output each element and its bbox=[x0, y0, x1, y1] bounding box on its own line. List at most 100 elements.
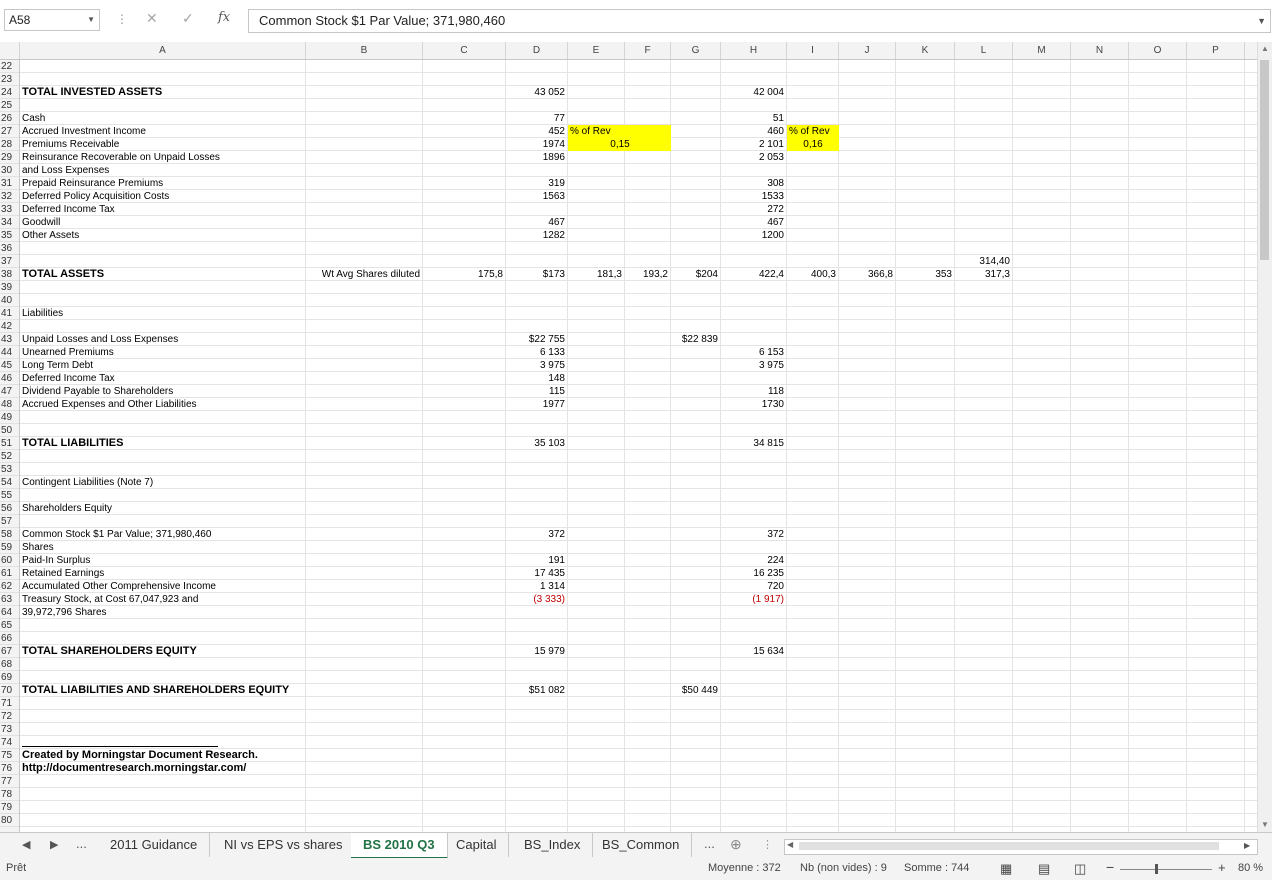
cell-h35[interactable]: 1200 bbox=[723, 229, 784, 242]
column-header-g[interactable]: G bbox=[671, 42, 721, 59]
row-header-35[interactable]: 35 bbox=[0, 229, 19, 242]
cell-d60[interactable]: 191 bbox=[508, 554, 565, 567]
row-header-33[interactable]: 33 bbox=[0, 203, 19, 216]
row-header-60[interactable]: 60 bbox=[0, 554, 19, 567]
tab-2011-guidance[interactable]: 2011 Guidance bbox=[98, 833, 211, 857]
cell-d34[interactable]: 467 bbox=[508, 216, 565, 229]
row-header-34[interactable]: 34 bbox=[0, 216, 19, 229]
tab-capital[interactable]: Capital bbox=[444, 833, 510, 857]
column-header-j[interactable]: J bbox=[839, 42, 896, 59]
name-box[interactable]: A58 ▼ bbox=[4, 9, 100, 31]
row-header-70[interactable]: 70 bbox=[0, 684, 19, 697]
horizontal-scrollbar[interactable]: ◀ bbox=[784, 839, 1258, 855]
cell-h33[interactable]: 272 bbox=[723, 203, 784, 216]
cell-d46[interactable]: 148 bbox=[508, 372, 565, 385]
cell-g70[interactable]: $50 449 bbox=[673, 684, 718, 697]
cell-d44[interactable]: 6 133 bbox=[508, 346, 565, 359]
row-header-54[interactable]: 54 bbox=[0, 476, 19, 489]
row-header-26[interactable]: 26 bbox=[0, 112, 19, 125]
row-header-37[interactable]: 37 bbox=[0, 255, 19, 268]
more-tabs-right[interactable]: ... bbox=[704, 836, 715, 851]
column-header-k[interactable]: K bbox=[896, 42, 955, 59]
cell-i38[interactable]: 400,3 bbox=[789, 268, 836, 281]
cell-a63[interactable]: Treasury Stock, at Cost 67,047,923 and bbox=[22, 593, 198, 606]
row-header-66[interactable]: 66 bbox=[0, 632, 19, 645]
cell-d29[interactable]: 1896 bbox=[508, 151, 565, 164]
row-header-69[interactable]: 69 bbox=[0, 671, 19, 684]
cell-a59[interactable]: Shares bbox=[22, 541, 54, 554]
insert-function-icon[interactable]: fx bbox=[218, 10, 230, 25]
row-header-63[interactable]: 63 bbox=[0, 593, 19, 606]
cell-h31[interactable]: 308 bbox=[723, 177, 784, 190]
tab-bs-common[interactable]: BS_Common bbox=[590, 833, 693, 857]
add-sheet-icon[interactable]: ⊕ bbox=[730, 836, 742, 853]
cell-d31[interactable]: 319 bbox=[508, 177, 565, 190]
select-all-corner[interactable] bbox=[0, 42, 20, 59]
cell-a28[interactable]: Premiums Receivable bbox=[22, 138, 119, 151]
row-header-40[interactable]: 40 bbox=[0, 294, 19, 307]
cell-a70[interactable]: TOTAL LIABILITIES AND SHAREHOLDERS EQUIT… bbox=[22, 684, 289, 697]
cell-a62[interactable]: Accumulated Other Comprehensive Income bbox=[22, 580, 216, 593]
zoom-out-icon[interactable]: − bbox=[1106, 859, 1114, 875]
cell-l38[interactable]: 317,3 bbox=[957, 268, 1010, 281]
cell-h27[interactable]: 460 bbox=[723, 125, 784, 138]
next-sheet-icon[interactable]: ▶ bbox=[50, 838, 58, 851]
formula-input[interactable]: Common Stock $1 Par Value; 371,980,460 ▼ bbox=[248, 9, 1271, 33]
row-header-74[interactable]: 74 bbox=[0, 736, 19, 749]
row-header-46[interactable]: 46 bbox=[0, 372, 19, 385]
cell-a34[interactable]: Goodwill bbox=[22, 216, 60, 229]
row-header-39[interactable]: 39 bbox=[0, 281, 19, 294]
hscroll-thumb[interactable] bbox=[799, 842, 1219, 850]
cell-a29[interactable]: Reinsurance Recoverable on Unpaid Losses bbox=[22, 151, 220, 164]
cell-a44[interactable]: Unearned Premiums bbox=[22, 346, 114, 359]
row-header-44[interactable]: 44 bbox=[0, 346, 19, 359]
cell-d47[interactable]: 115 bbox=[508, 385, 565, 398]
row-header-25[interactable]: 25 bbox=[0, 99, 19, 112]
column-header-n[interactable]: N bbox=[1071, 42, 1129, 59]
cell-a61[interactable]: Retained Earnings bbox=[22, 567, 104, 580]
column-header-h[interactable]: H bbox=[721, 42, 787, 59]
cell-d26[interactable]: 77 bbox=[508, 112, 565, 125]
cell-d24[interactable]: 43 052 bbox=[508, 86, 565, 99]
row-header-65[interactable]: 65 bbox=[0, 619, 19, 632]
cell-h38[interactable]: 422,4 bbox=[723, 268, 784, 281]
column-header-c[interactable]: C bbox=[423, 42, 506, 59]
cell-a41[interactable]: Liabilities bbox=[22, 307, 63, 320]
cell-a51[interactable]: TOTAL LIABILITIES bbox=[22, 437, 123, 450]
cell-d43[interactable]: $22 755 bbox=[508, 333, 565, 346]
cell-h28[interactable]: 2 101 bbox=[723, 138, 784, 151]
cell-b38[interactable]: Wt Avg Shares diluted bbox=[308, 268, 420, 281]
cell-a54[interactable]: Contingent Liabilities (Note 7) bbox=[22, 476, 153, 489]
row-header-48[interactable]: 48 bbox=[0, 398, 19, 411]
cell-h58[interactable]: 372 bbox=[723, 528, 784, 541]
row-header-67[interactable]: 67 bbox=[0, 645, 19, 658]
column-header-e[interactable]: E bbox=[568, 42, 625, 59]
cell-h47[interactable]: 118 bbox=[723, 385, 784, 398]
row-header-79[interactable]: 79 bbox=[0, 801, 19, 814]
column-header-p[interactable]: P bbox=[1187, 42, 1245, 59]
cell-h32[interactable]: 1533 bbox=[723, 190, 784, 203]
column-header-a[interactable]: A bbox=[20, 42, 306, 59]
cell-l37[interactable]: 314,40 bbox=[957, 255, 1010, 268]
cell-a58[interactable]: Common Stock $1 Par Value; 371,980,460 bbox=[22, 528, 211, 541]
cell-d48[interactable]: 1977 bbox=[508, 398, 565, 411]
cancel-icon[interactable]: ✕ bbox=[146, 10, 158, 27]
row-header-59[interactable]: 59 bbox=[0, 541, 19, 554]
zoom-slider[interactable] bbox=[1120, 869, 1212, 870]
row-header-28[interactable]: 28 bbox=[0, 138, 19, 151]
row-header-71[interactable]: 71 bbox=[0, 697, 19, 710]
cell-a48[interactable]: Accrued Expenses and Other Liabilities bbox=[22, 398, 197, 411]
cell-d38[interactable]: $173 bbox=[508, 268, 565, 281]
row-header-78[interactable]: 78 bbox=[0, 788, 19, 801]
cell-h51[interactable]: 34 815 bbox=[723, 437, 784, 450]
row-header-55[interactable]: 55 bbox=[0, 489, 19, 502]
row-header-56[interactable]: 56 bbox=[0, 502, 19, 515]
zoom-slider-thumb[interactable] bbox=[1155, 864, 1158, 874]
enter-check-icon[interactable]: ✓ bbox=[182, 10, 194, 27]
row-header-57[interactable]: 57 bbox=[0, 515, 19, 528]
cell-d51[interactable]: 35 103 bbox=[508, 437, 565, 450]
cell-a76[interactable]: http://documentresearch.morningstar.com/ bbox=[22, 762, 246, 775]
scroll-right-icon[interactable]: ▶ bbox=[1244, 841, 1250, 850]
cell-d58[interactable]: 372 bbox=[508, 528, 565, 541]
cell-a33[interactable]: Deferred Income Tax bbox=[22, 203, 115, 216]
